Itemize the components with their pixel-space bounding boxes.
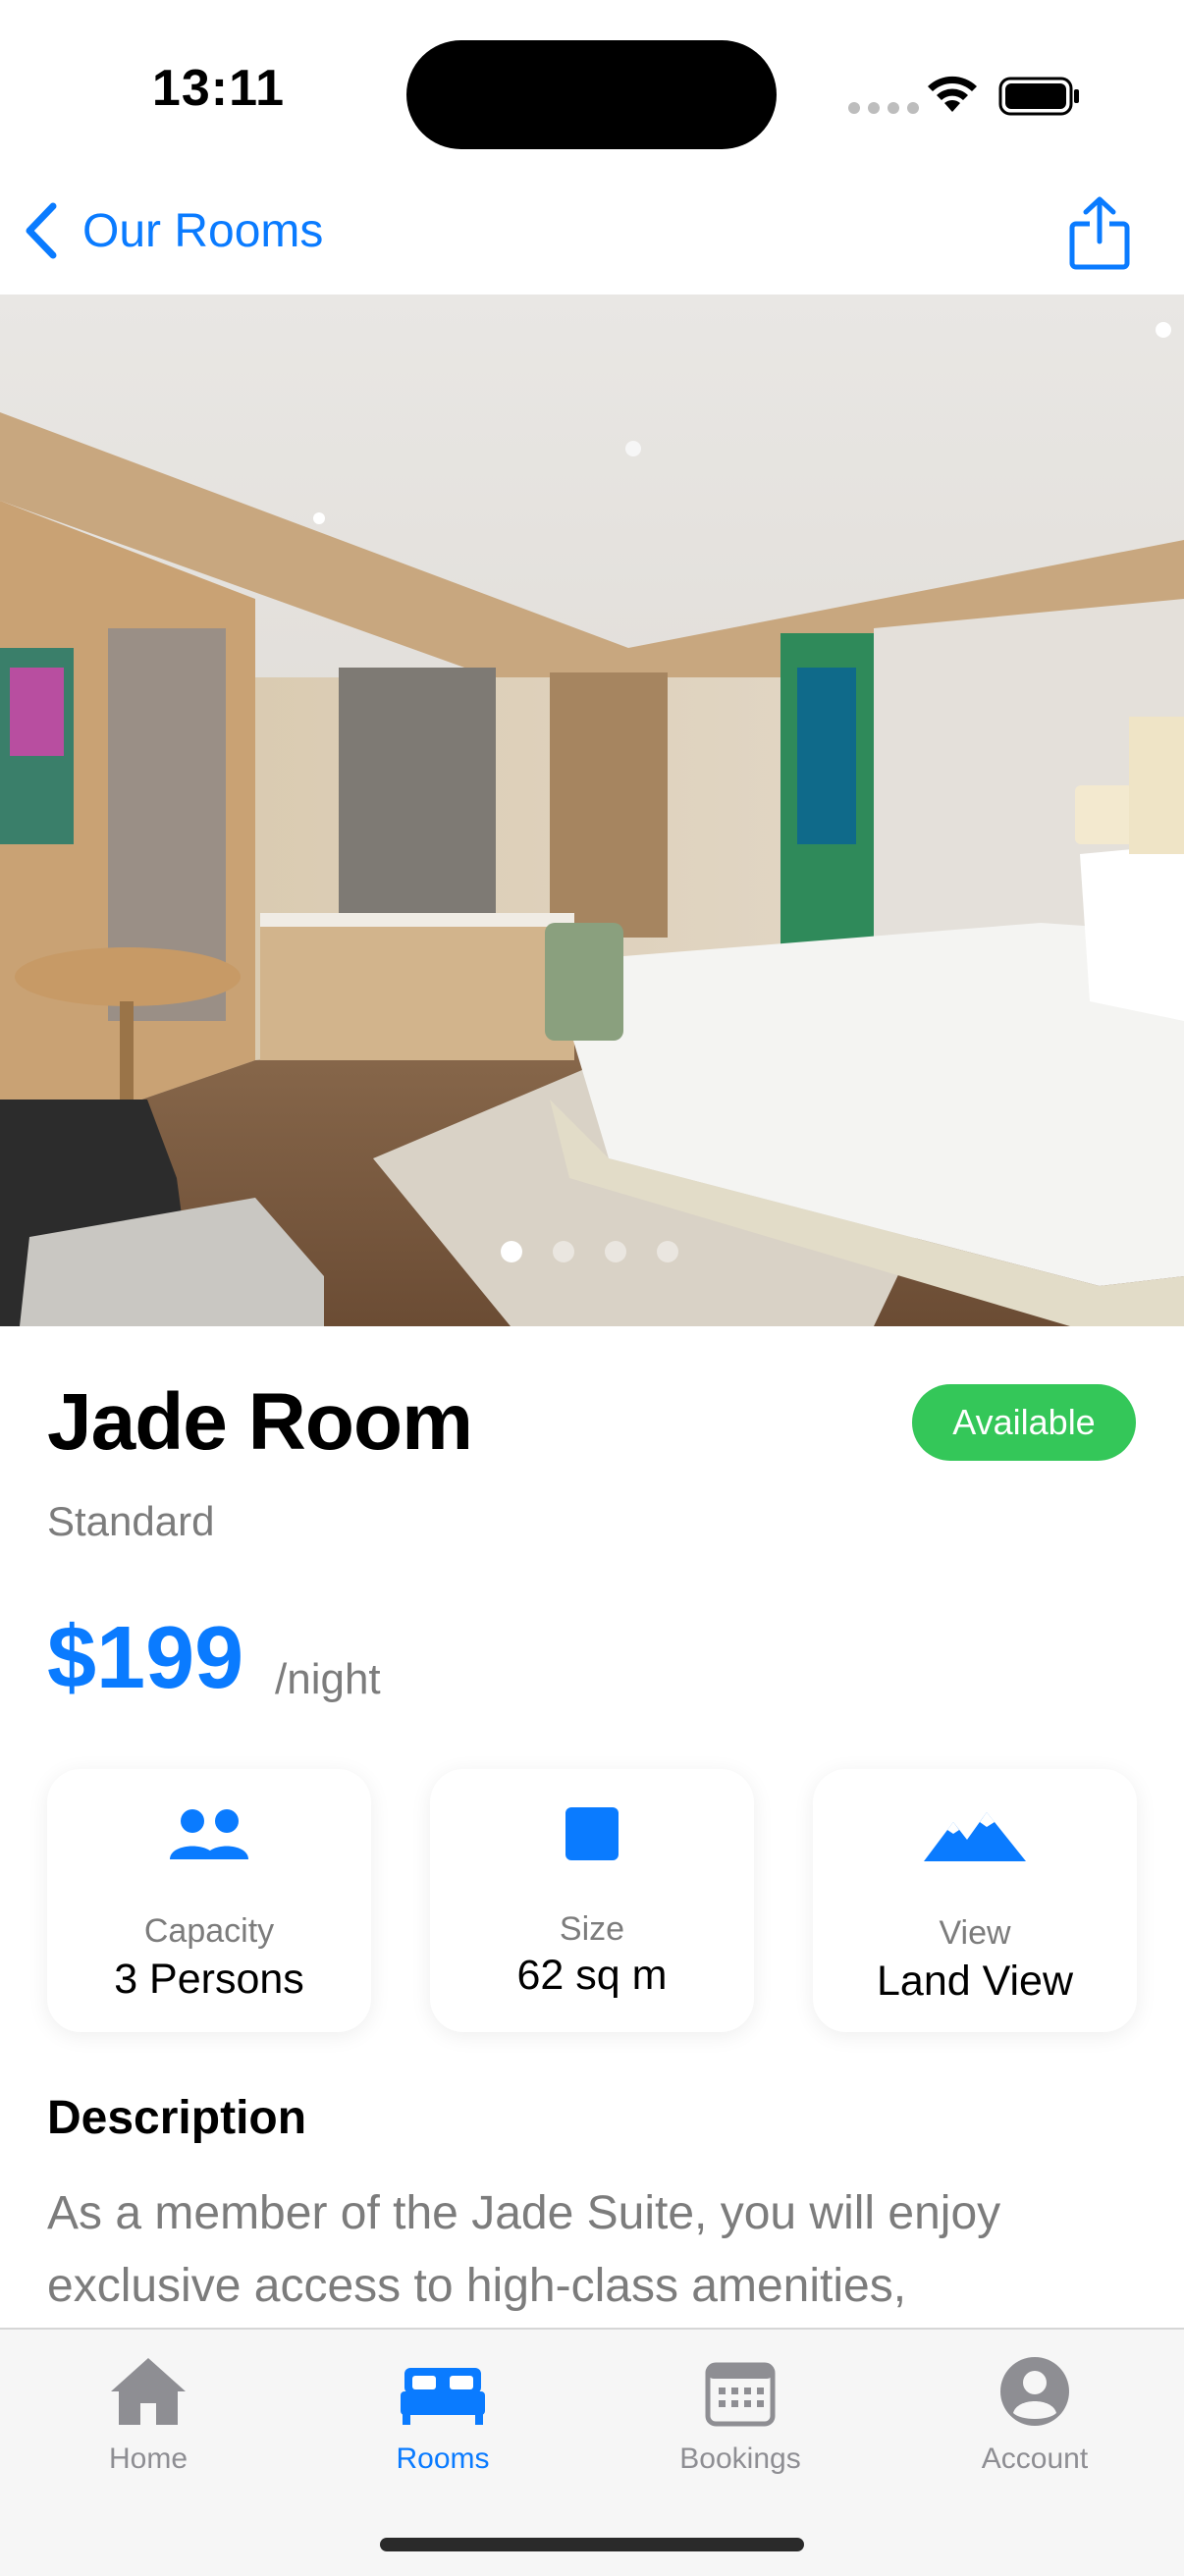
tab-account-label: Account (981, 2442, 1089, 2475)
back-button[interactable]: Our Rooms (22, 196, 323, 265)
person-circle-icon (1000, 2357, 1069, 2426)
tab-account[interactable]: Account (937, 2348, 1133, 2476)
room-type: Standard (47, 1498, 215, 1544)
share-icon[interactable] (1066, 196, 1133, 271)
wifi-icon (928, 76, 977, 112)
status-badge: Available (912, 1384, 1136, 1461)
status-time: 13:11 (151, 60, 286, 117)
chevron-left-icon (26, 202, 57, 259)
home-indicator[interactable] (380, 2538, 804, 2551)
square-icon (565, 1807, 619, 1860)
bed-icon (401, 2368, 485, 2425)
cellular-signal-icon (848, 102, 919, 114)
capacity-value: 3 Persons (114, 1956, 304, 2003)
calendar-icon (705, 2362, 776, 2427)
mountains-icon (924, 1812, 1026, 1861)
view-card: View Land View (813, 1769, 1137, 2032)
carousel-page-indicator[interactable] (501, 1241, 678, 1262)
view-value: Land View (876, 1958, 1074, 2005)
room-photo[interactable] (0, 295, 1184, 1326)
page-dot-4[interactable] (657, 1241, 678, 1262)
tab-home-label: Home (108, 2442, 188, 2475)
page-dot-1[interactable] (501, 1241, 522, 1262)
page-dot-3[interactable] (605, 1241, 626, 1262)
room-title: Jade Room (47, 1377, 473, 1467)
capacity-caption: Capacity (143, 1912, 275, 1950)
capacity-card: Capacity 3 Persons (47, 1769, 371, 2032)
page-dot-2[interactable] (553, 1241, 574, 1262)
room-price: $199 (47, 1609, 244, 1707)
price-unit: /night (275, 1655, 381, 1703)
dynamic-island (406, 40, 777, 149)
view-caption: View (939, 1914, 1011, 1952)
battery-icon (998, 77, 1079, 116)
size-value: 62 sq m (516, 1952, 668, 1999)
description-title: Description (47, 2092, 307, 2144)
house-icon (111, 2358, 186, 2425)
people-icon (170, 1809, 248, 1859)
tab-bookings[interactable]: Bookings (642, 2348, 838, 2476)
tab-rooms[interactable]: Rooms (345, 2348, 541, 2476)
tab-home[interactable]: Home (50, 2348, 246, 2476)
size-card: Size 62 sq m (430, 1769, 754, 2032)
tab-bookings-label: Bookings (679, 2442, 801, 2475)
back-button-label: Our Rooms (82, 204, 324, 257)
size-caption: Size (559, 1910, 625, 1948)
tab-rooms-label: Rooms (396, 2442, 490, 2475)
description-text: As a member of the Jade Suite, you will … (47, 2187, 1001, 2312)
